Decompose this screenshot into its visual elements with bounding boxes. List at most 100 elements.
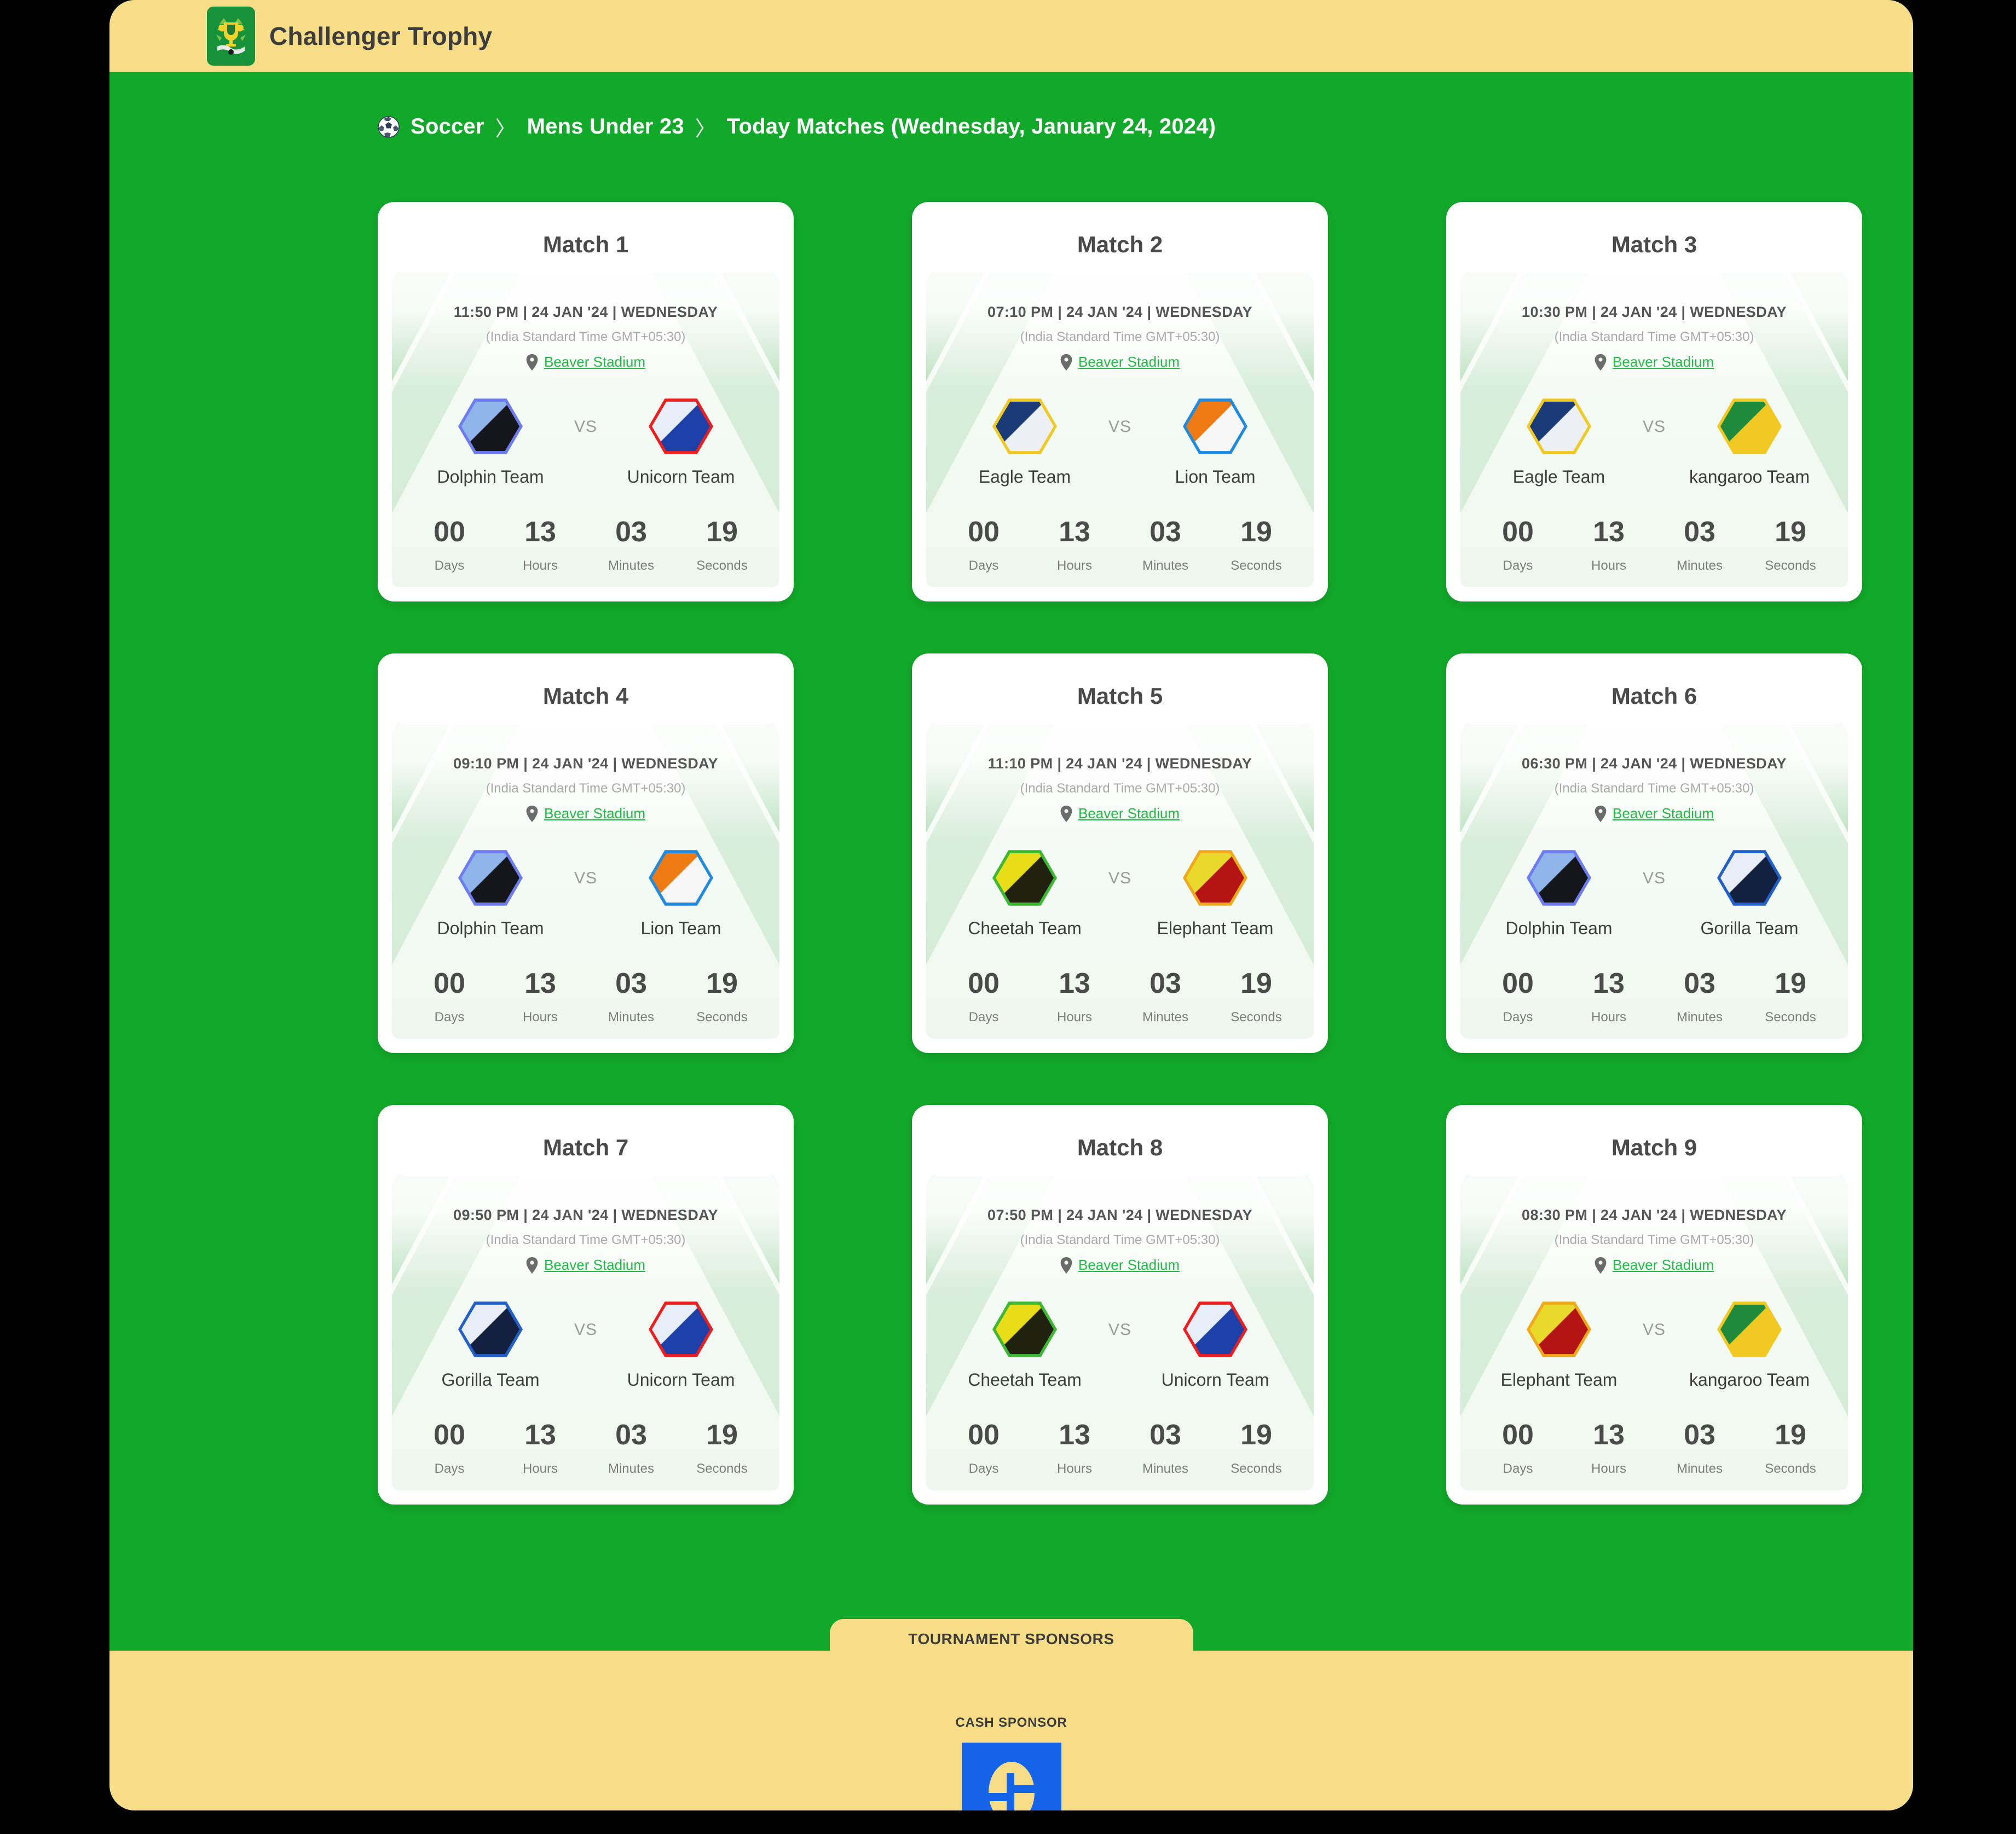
countdown-hours-value: 13 [1593,516,1625,548]
countdown-minutes: 03 Minutes [1120,1421,1211,1477]
away-team[interactable]: Elephant Team [1139,848,1292,939]
match-venue[interactable]: Beaver Stadium [1060,805,1180,822]
countdown-seconds-label: Seconds [1231,1461,1282,1476]
match-card-header: Match 3 [1460,216,1848,273]
away-team[interactable]: Lion Team [1139,397,1292,487]
skybis-logo-icon [961,1743,1061,1810]
match-venue[interactable]: Beaver Stadium [1060,1257,1180,1274]
away-team[interactable]: Lion Team [604,848,758,939]
match-venue[interactable]: Beaver Stadium [526,805,645,822]
countdown-days-value: 00 [1502,1419,1534,1451]
countdown-days: 00 Days [938,518,1029,574]
tournament-sponsors-tab[interactable]: TOURNAMENT SPONSORS [829,1619,1193,1659]
home-team-name: Dolphin Team [437,918,544,938]
match-card-header: Match 4 [392,668,779,725]
countdown-hours-label: Hours [1056,1010,1093,1025]
countdown-minutes-value: 03 [1684,516,1715,548]
match-card-header: Match 2 [926,216,1314,273]
match-venue[interactable]: Beaver Stadium [526,354,645,371]
countdown-seconds: 19 Seconds [1745,969,1836,1025]
venue-link[interactable]: Beaver Stadium [1078,1257,1180,1274]
vs-label: VS [1108,418,1132,436]
match-card-2[interactable]: Match 2 07:10 PM | 24 JAN '24 | WEDNESDA… [912,202,1328,601]
countdown-days: 00 Days [938,969,1029,1025]
countdown-hours-value: 13 [1593,1419,1625,1451]
match-card-7[interactable]: Match 7 09:50 PM | 24 JAN '24 | WEDNESDA… [378,1105,794,1505]
countdown-days-value: 00 [434,1419,465,1451]
home-team[interactable]: Dolphin Team [1482,848,1636,939]
match-card-1[interactable]: Match 1 11:50 PM | 24 JAN '24 | WEDNESDA… [378,202,794,601]
match-card-6[interactable]: Match 6 06:30 PM | 24 JAN '24 | WEDNESDA… [1446,653,1862,1053]
venue-link[interactable]: Beaver Stadium [1613,805,1714,822]
match-timezone: (India Standard Time GMT+05:30) [1020,1233,1220,1247]
match-venue[interactable]: Beaver Stadium [1595,354,1714,371]
away-team[interactable]: Unicorn Team [604,1300,758,1390]
home-team[interactable]: Dolphin Team [414,848,567,939]
venue-link[interactable]: Beaver Stadium [1078,354,1180,371]
home-team[interactable]: Elephant Team [1482,1300,1636,1390]
home-team-name: Dolphin Team [437,467,544,487]
match-card-5[interactable]: Match 5 11:10 PM | 24 JAN '24 | WEDNESDA… [912,653,1328,1053]
vs-label: VS [1642,418,1666,436]
countdown-minutes-value: 03 [1684,968,1715,999]
countdown-hours-value: 13 [524,1419,556,1451]
vs-label: VS [574,869,598,887]
elephant-crest-icon [1183,850,1247,906]
app-container: Challenger Trophy Soccer 〉 Mens Under 23… [109,0,1913,1810]
away-team[interactable]: Unicorn Team [1139,1300,1292,1390]
countdown-minutes-label: Minutes [1142,1010,1189,1025]
match-card-4[interactable]: Match 4 09:10 PM | 24 JAN '24 | WEDNESDA… [378,653,794,1053]
venue-link[interactable]: Beaver Stadium [1078,805,1180,822]
away-team-name: Elephant Team [1157,918,1274,938]
match-venue[interactable]: Beaver Stadium [1595,1257,1714,1274]
countdown-days-value: 00 [1502,968,1534,999]
away-team[interactable]: kangaroo Team [1673,397,1826,487]
match-venue[interactable]: Beaver Stadium [1060,354,1180,371]
unicorn-crest-icon [649,398,713,454]
match-card-inner: Match 3 10:30 PM | 24 JAN '24 | WEDNESDA… [1460,216,1848,587]
match-venue[interactable]: Beaver Stadium [526,1257,645,1274]
match-card-header: Match 9 [1460,1119,1848,1176]
countdown-seconds-label: Seconds [1765,1010,1816,1025]
vs-label: VS [1108,1321,1132,1339]
away-team-name: Unicorn Team [1161,1370,1269,1390]
match-card-header: Match 1 [392,216,779,273]
venue-link[interactable]: Beaver Stadium [1613,354,1714,371]
venue-link[interactable]: Beaver Stadium [544,1257,645,1274]
countdown-minutes-value: 03 [1149,516,1181,548]
countdown-seconds: 19 Seconds [677,969,767,1025]
home-team[interactable]: Dolphin Team [414,397,567,487]
countdown-days: 00 Days [404,1421,495,1477]
match-card-8[interactable]: Match 8 07:50 PM | 24 JAN '24 | WEDNESDA… [912,1105,1328,1505]
breadcrumb-category[interactable]: Mens Under 23 [527,114,684,139]
countdown-days-label: Days [968,1010,999,1025]
home-team[interactable]: Eagle Team [1482,397,1636,487]
match-datetime: 11:50 PM | 24 JAN '24 | WEDNESDAY [453,304,718,320]
home-team[interactable]: Eagle Team [948,397,1101,487]
home-team[interactable]: Cheetah Team [948,848,1101,939]
countdown-seconds-label: Seconds [1231,558,1282,573]
match-card-inner: Match 9 08:30 PM | 24 JAN '24 | WEDNESDA… [1460,1119,1848,1490]
countdown-hours: 13 Hours [1029,969,1120,1025]
home-team[interactable]: Cheetah Team [948,1300,1101,1390]
away-team[interactable]: kangaroo Team [1673,1300,1826,1390]
home-team[interactable]: Gorilla Team [414,1300,567,1390]
countdown-hours: 13 Hours [1563,518,1654,574]
location-pin-icon [526,354,538,371]
match-card-3[interactable]: Match 3 10:30 PM | 24 JAN '24 | WEDNESDA… [1446,202,1862,601]
lion-crest-icon [649,850,713,906]
match-card-9[interactable]: Match 9 08:30 PM | 24 JAN '24 | WEDNESDA… [1446,1105,1862,1505]
countdown-minutes-label: Minutes [1142,1461,1189,1476]
countdown-days: 00 Days [404,969,495,1025]
match-venue[interactable]: Beaver Stadium [1595,805,1714,822]
venue-link[interactable]: Beaver Stadium [1613,1257,1714,1274]
home-team-name: Dolphin Team [1505,918,1613,938]
away-team[interactable]: Gorilla Team [1673,848,1826,939]
away-team[interactable]: Unicorn Team [604,397,758,487]
countdown-seconds: 19 Seconds [1211,1421,1302,1477]
venue-link[interactable]: Beaver Stadium [544,805,645,822]
countdown-days: 00 Days [1472,518,1563,574]
venue-link[interactable]: Beaver Stadium [544,354,645,371]
breadcrumb-sport[interactable]: Soccer [411,114,484,139]
vs-label: VS [1642,869,1666,887]
